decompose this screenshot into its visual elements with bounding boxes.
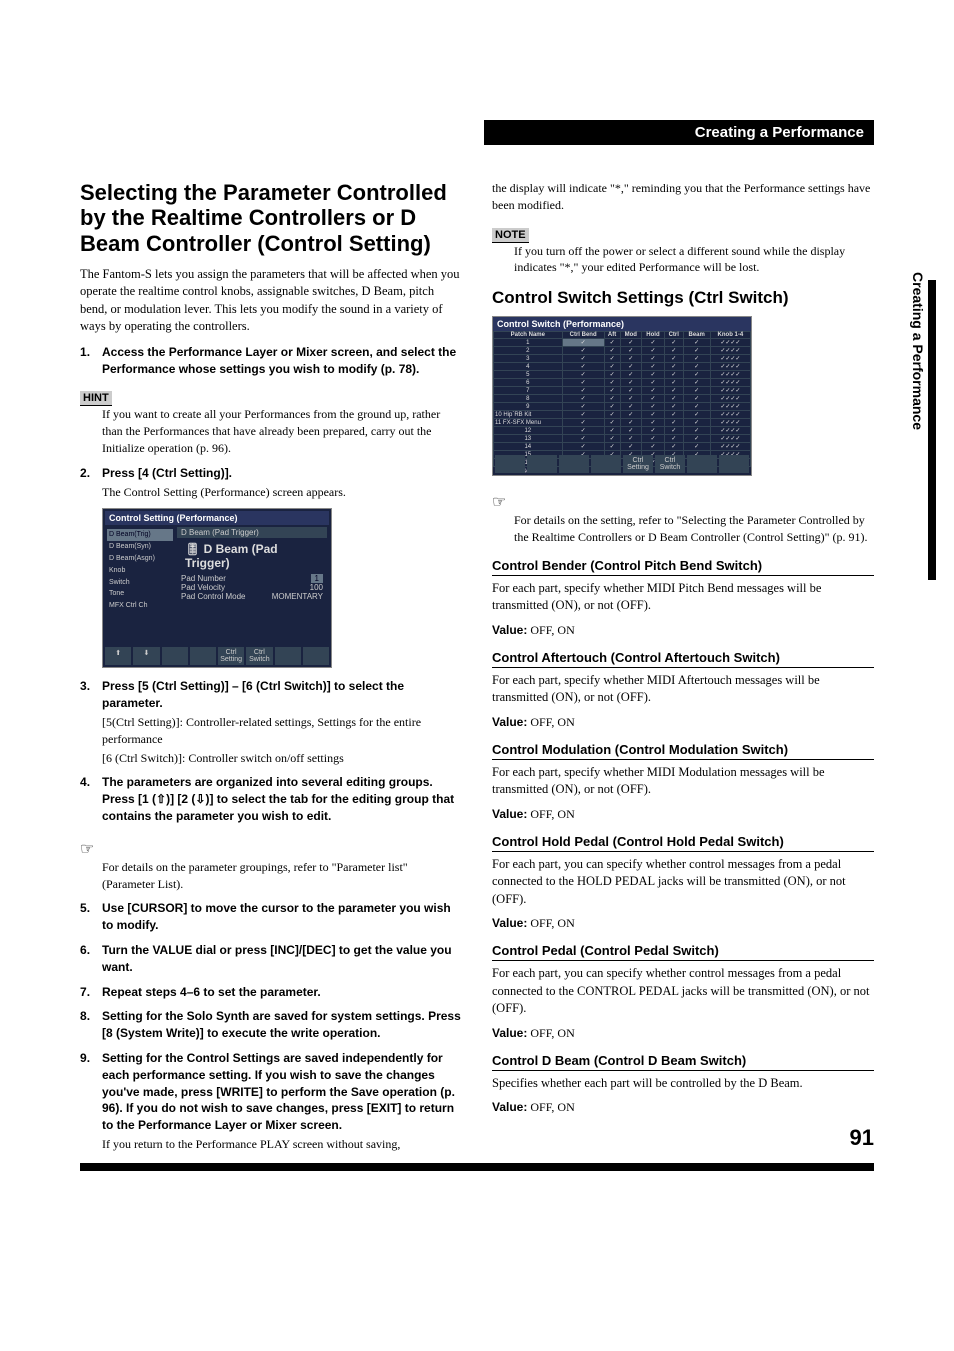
step-8: Setting for the Solo Synth are saved for… <box>80 1008 462 1042</box>
step-2: Press [4 (Ctrl Setting)]. The Control Se… <box>80 465 462 501</box>
shot2-h3: Mod <box>620 332 641 339</box>
shot1-val-2: MOMENTARY <box>272 592 323 601</box>
step-9-body: If you return to the Performance PLAY sc… <box>102 1136 462 1153</box>
step-3: Press [5 (Ctrl Setting)] – [6 (Ctrl Swit… <box>80 678 462 766</box>
cont-text: the display will indicate "*," reminding… <box>492 180 874 214</box>
step-2-label: Press [4 (Ctrl Setting)]. <box>102 466 232 480</box>
ref-body: For details on the parameter groupings, … <box>80 859 462 893</box>
shot2-table: Patch Name Ctrl Bend Aft Mod Hold Ctrl B… <box>493 331 751 467</box>
shot1-arrow-down: ⬇ <box>133 647 159 665</box>
side-tab-bar <box>928 280 936 580</box>
shot2-h1: Ctrl Bend <box>562 332 604 339</box>
intro-text: The Fantom-S lets you assign the paramet… <box>80 266 462 336</box>
step-2-body: The Control Setting (Performance) screen… <box>102 484 462 501</box>
right-column: the display will indicate "*," reminding… <box>492 180 874 1161</box>
note-body: If you turn off the power or select a di… <box>492 243 874 277</box>
step-3-label: Press [5 (Ctrl Setting)] – [6 (Ctrl Swit… <box>102 679 404 710</box>
step-7-label: Repeat steps 4–6 to set the parameter. <box>102 985 321 999</box>
pointer-icon-2: ☞ <box>492 492 506 512</box>
note-label: NOTE <box>492 228 529 243</box>
param-heading-3: Control Hold Pedal (Control Hold Pedal S… <box>492 834 874 852</box>
step-3-body2: [6 (Ctrl Switch)]: Controller switch on/… <box>102 750 462 767</box>
shot1-row-2: Pad Control Mode <box>181 592 245 601</box>
right-ref-body: For details on the setting, refer to "Se… <box>492 512 874 546</box>
shot1-side-5: Tone <box>107 588 173 600</box>
shot1-tab: D Beam (Pad Trigger) <box>177 527 327 538</box>
shot2-h6: Beam <box>683 332 710 339</box>
control-switch-screenshot: Control Switch (Performance) Patch Name … <box>492 316 752 476</box>
param-heading-5: Control D Beam (Control D Beam Switch) <box>492 1053 874 1071</box>
header-bar: Creating a Performance <box>484 120 874 145</box>
step-5: Use [CURSOR] to move the cursor to the p… <box>80 900 462 934</box>
shot1-dbeam: 🎚 D Beam (Pad Trigger) <box>177 538 327 574</box>
shot1-val-0: 1 <box>311 574 323 583</box>
shot1-title: Control Setting (Performance) <box>105 511 329 525</box>
param-heading-2: Control Modulation (Control Modulation S… <box>492 742 874 760</box>
param-value-2: Value: OFF, ON <box>492 807 874 822</box>
shot1-btn1: Ctrl Setting <box>218 647 244 665</box>
step-5-label: Use [CURSOR] to move the cursor to the p… <box>102 901 451 932</box>
control-setting-screenshot: Control Setting (Performance) D Beam(Tri… <box>102 508 332 668</box>
shot2-title: Control Switch (Performance) <box>493 317 751 331</box>
param-value-4: Value: OFF, ON <box>492 1026 874 1041</box>
shot1-row-1: Pad Velocity <box>181 583 225 592</box>
pointer-icon: ☞ <box>80 839 94 859</box>
shot1-row-0: Pad Number <box>181 574 226 583</box>
param-value-3: Value: OFF, ON <box>492 916 874 931</box>
param-body-5: Specifies whether each part will be cont… <box>492 1075 874 1093</box>
param-value-1: Value: OFF, ON <box>492 715 874 730</box>
main-heading: Selecting the Parameter Controlled by th… <box>80 180 462 256</box>
step-4: The parameters are organized into severa… <box>80 774 462 824</box>
shot2-h4: Hold <box>642 332 665 339</box>
page-number: 91 <box>850 1125 874 1151</box>
step-9-label: Setting for the Control Settings are sav… <box>102 1051 455 1132</box>
param-body-1: For each part, specify whether MIDI Afte… <box>492 672 874 707</box>
shot2-h2: Aft <box>604 332 620 339</box>
footer-bar <box>80 1163 874 1171</box>
step-9: Setting for the Control Settings are sav… <box>80 1050 462 1153</box>
hint-body: If you want to create all your Performan… <box>80 406 462 456</box>
step-3-body1: [5(Ctrl Setting)]: Controller-related se… <box>102 714 462 748</box>
step-7: Repeat steps 4–6 to set the parameter. <box>80 984 462 1001</box>
step-1: Access the Performance Layer or Mixer sc… <box>80 344 462 378</box>
param-value-0: Value: OFF, ON <box>492 623 874 638</box>
shot1-val-1: 100 <box>310 583 323 592</box>
left-column: Selecting the Parameter Controlled by th… <box>80 180 462 1161</box>
step-1-label: Access the Performance Layer or Mixer sc… <box>102 345 456 376</box>
step-8-label: Setting for the Solo Synth are saved for… <box>102 1009 461 1040</box>
param-body-2: For each part, specify whether MIDI Modu… <box>492 764 874 799</box>
shot2-h5: Ctrl <box>664 332 683 339</box>
param-heading-1: Control Aftertouch (Control Aftertouch S… <box>492 650 874 668</box>
shot1-side-2: D Beam(Asgn) <box>107 553 173 565</box>
shot1-side-4: Switch <box>107 577 173 589</box>
shot2-btn2: Ctrl Switch <box>655 455 685 473</box>
side-tab-text: Creating a Performance <box>910 272 926 430</box>
param-body-4: For each part, you can specify whether c… <box>492 965 874 1018</box>
ctrl-switch-heading: Control Switch Settings (Ctrl Switch) <box>492 288 874 308</box>
param-body-0: For each part, specify whether MIDI Pitc… <box>492 580 874 615</box>
step-6: Turn the VALUE dial or press [INC]/[DEC]… <box>80 942 462 976</box>
shot1-arrow-up: ⬆ <box>105 647 131 665</box>
shot1-side-1: D Beam(Syn) <box>107 541 173 553</box>
shot1-side-0: D Beam(Trig) <box>107 529 173 541</box>
shot2-h0: Patch Name <box>494 332 563 339</box>
param-body-3: For each part, you can specify whether c… <box>492 856 874 909</box>
shot2-btn1: Ctrl Setting <box>623 455 653 473</box>
param-heading-4: Control Pedal (Control Pedal Switch) <box>492 943 874 961</box>
hint-label: HINT <box>80 391 112 406</box>
shot2-h7: Knob 1-4 <box>710 332 750 339</box>
hint-body-text: If you want to create all your Performan… <box>102 407 440 455</box>
shot1-side-3: Knob <box>107 565 173 577</box>
shot1-side-6: MFX Ctrl Ch <box>107 600 173 612</box>
step-6-label: Turn the VALUE dial or press [INC]/[DEC]… <box>102 943 452 974</box>
param-value-5: Value: OFF, ON <box>492 1100 874 1115</box>
step-4-label: The parameters are organized into severa… <box>102 775 454 823</box>
param-heading-0: Control Bender (Control Pitch Bend Switc… <box>492 558 874 576</box>
shot1-btn2: Ctrl Switch <box>246 647 272 665</box>
